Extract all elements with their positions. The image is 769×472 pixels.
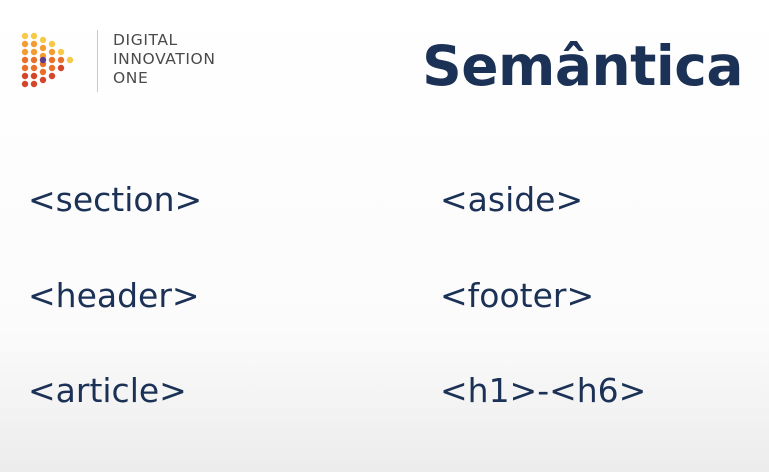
logo-dot [39, 36, 47, 44]
logo-dot [21, 72, 29, 80]
slide: DIGITAL INNOVATION ONE Semântica <sectio… [0, 0, 769, 472]
logo-dot [48, 48, 56, 56]
tag-headings: <h1>-<h6> [440, 371, 647, 410]
slide-title: Semântica [422, 34, 743, 98]
logo-dot [30, 32, 38, 40]
logo-dot [30, 80, 38, 88]
dio-logo-icon [21, 32, 74, 88]
logo-dot [57, 64, 65, 72]
logo-dot [21, 64, 29, 72]
logo-dot [30, 64, 38, 72]
logo-dot [48, 72, 56, 80]
logo-dot [39, 68, 47, 76]
logo-dot [30, 72, 38, 80]
brand-line-1: DIGITAL [113, 31, 178, 49]
logo-dot [30, 56, 38, 64]
logo-dot [21, 80, 29, 88]
tag-footer: <footer> [440, 276, 595, 315]
logo-dot [57, 56, 65, 64]
brand-line-3: ONE [113, 69, 149, 87]
logo-dot [30, 48, 38, 56]
tag-section: <section> [28, 180, 203, 219]
logo-dot [48, 40, 56, 48]
tag-article: <article> [28, 371, 187, 410]
logo-dot [21, 40, 29, 48]
logo-dot [21, 56, 29, 64]
logo-dot [48, 64, 56, 72]
logo-dot [21, 48, 29, 56]
tag-header: <header> [28, 276, 200, 315]
logo-dot [66, 56, 74, 64]
brand-line-2: INNOVATION [113, 50, 216, 68]
logo-dot [48, 56, 56, 64]
brand-name: DIGITAL INNOVATION ONE [113, 31, 216, 88]
brand-logo: DIGITAL INNOVATION ONE [20, 28, 225, 94]
logo-center-dot [39, 56, 47, 64]
logo-dot [39, 44, 47, 52]
tag-aside: <aside> [440, 180, 584, 219]
logo-dot [30, 40, 38, 48]
logo-dot [21, 32, 29, 40]
logo-divider [97, 30, 98, 92]
logo-dot [39, 76, 47, 84]
logo-dot [57, 48, 65, 56]
